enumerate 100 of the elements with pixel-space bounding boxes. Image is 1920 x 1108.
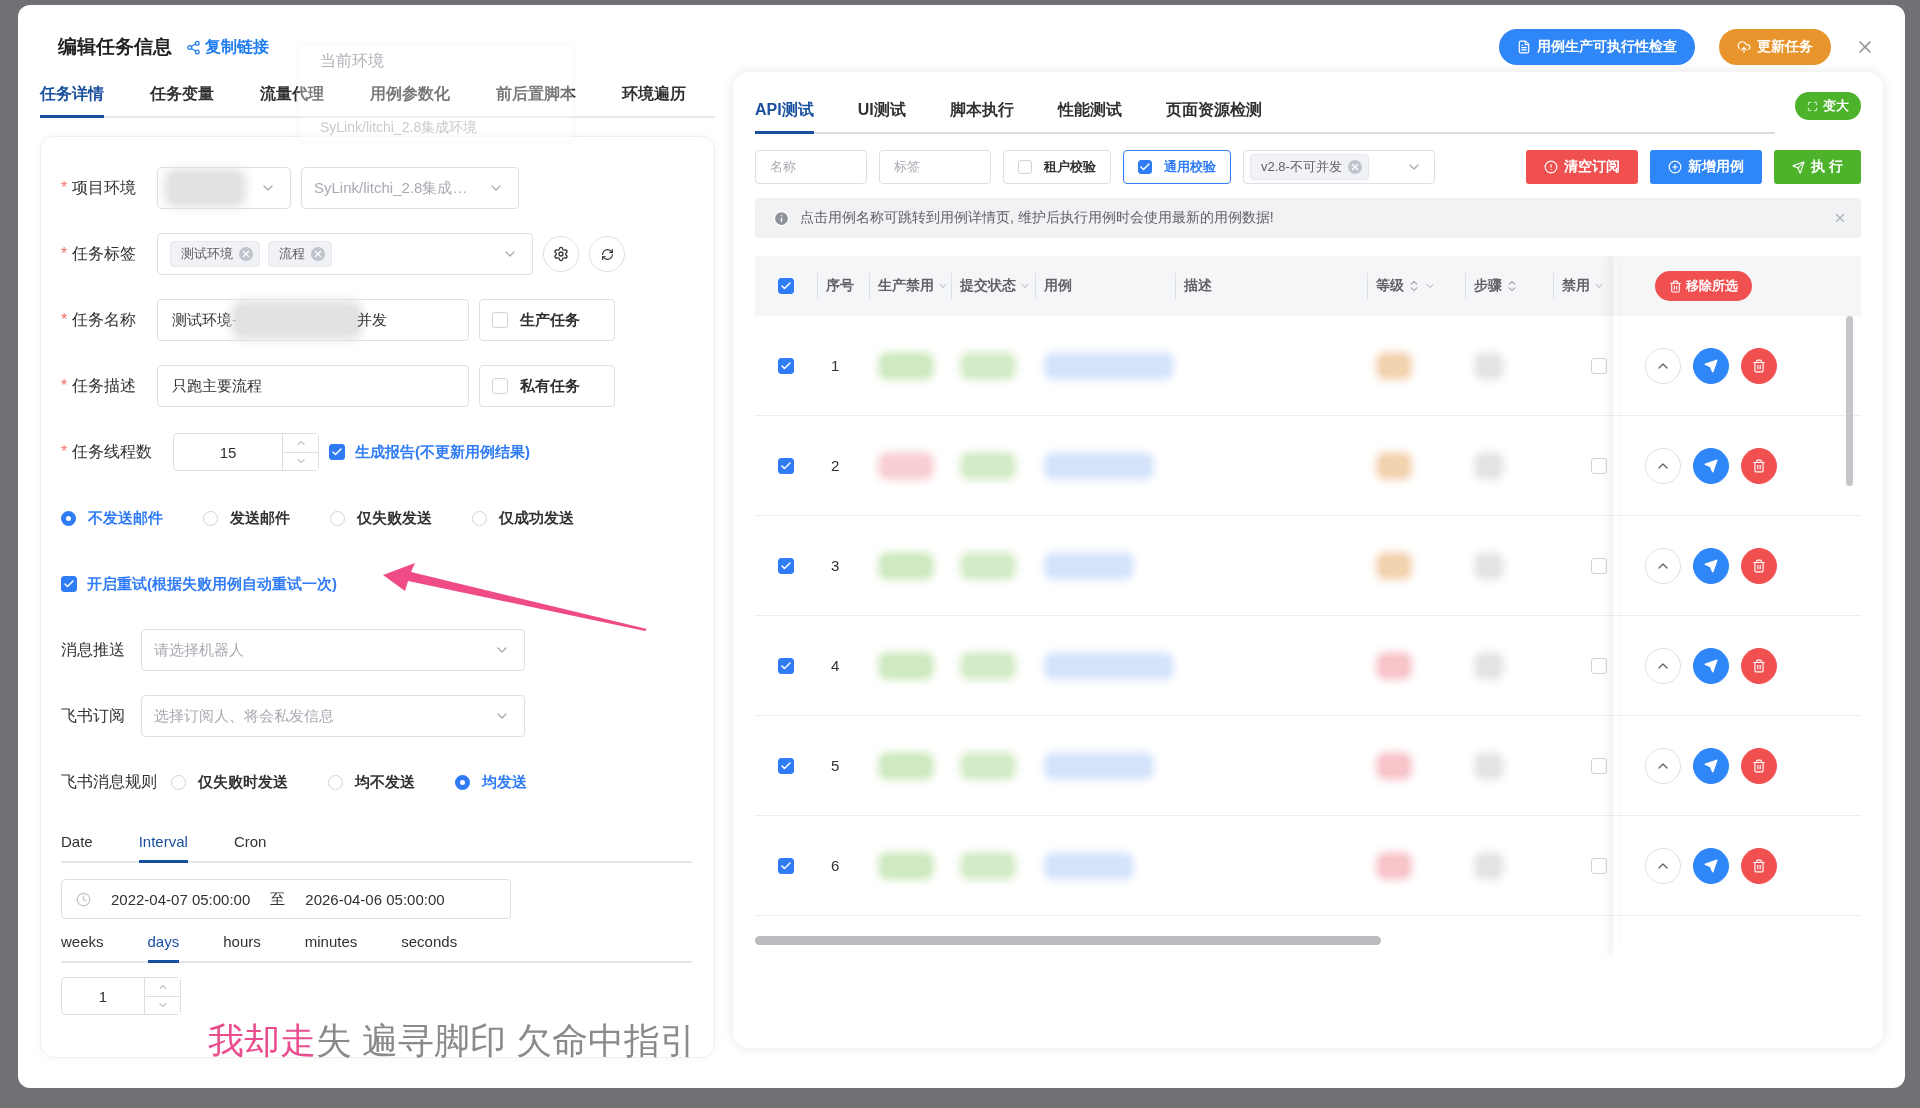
checkbox[interactable] [778,857,794,874]
remove-icon[interactable] [1347,160,1362,174]
run-button[interactable] [1693,747,1729,784]
mail-radio[interactable]: 仅失败发送 [330,508,432,528]
tab[interactable]: 任务变量 [150,84,214,118]
alert-icon [1544,160,1559,174]
tab[interactable]: 环境遍历 [622,84,686,118]
tab[interactable]: Interval [138,833,188,863]
tab[interactable]: 页面资源检测 [1165,100,1262,134]
move-up-button[interactable] [1645,747,1681,784]
tenant-check-toggle[interactable]: 租户校验 [1003,150,1111,184]
tab[interactable]: weeks [61,933,104,963]
checkbox[interactable] [778,457,794,474]
tab[interactable]: Cron [233,833,267,863]
move-up-button[interactable] [1645,547,1681,584]
project-select[interactable] [157,167,291,209]
tab[interactable]: 性能测试 [1057,100,1122,134]
delete-button[interactable] [1741,447,1777,484]
checkbox[interactable] [1138,160,1152,174]
settings-button[interactable] [543,236,579,272]
rule-radio[interactable]: 均不发送 [328,772,415,792]
rule-radio[interactable]: 均发送 [455,772,527,792]
remove-icon[interactable] [239,247,253,261]
checkbox[interactable] [329,444,345,460]
tab[interactable]: 用例参数化 [370,84,450,118]
run-button[interactable] [1693,847,1729,884]
column-header[interactable]: 生产禁用 [869,273,951,299]
trash-icon [1752,358,1766,373]
option-checkbox[interactable]: 私有任务 [479,365,615,407]
run-button[interactable] [1693,547,1729,584]
vertical-scrollbar[interactable] [1846,316,1853,486]
run-button[interactable] [1693,347,1729,384]
refresh-button[interactable] [589,236,625,272]
check-icon [331,446,343,458]
rule-radio[interactable]: 仅失败时发送 [171,772,288,792]
action-button[interactable]: 新增用例 [1650,150,1763,184]
column-header[interactable]: 禁用 [1553,273,1645,299]
tab[interactable]: 流量代理 [260,84,324,118]
check-button[interactable]: 用例生产可执行性检查 [1499,29,1695,65]
tab[interactable]: 脚本执行 [949,100,1014,134]
move-up-button[interactable] [1645,847,1681,884]
column-header[interactable]: 用例 [1035,273,1175,299]
tab[interactable]: 任务详情 [40,84,104,118]
remove-selected-button[interactable]: 移除所选 [1655,271,1752,301]
table-cell-text: 6 [830,857,841,874]
mail-radio[interactable]: 仅成功发送 [472,508,574,528]
gear-icon [553,246,569,262]
delete-button[interactable] [1741,647,1777,684]
check-icon [780,359,792,372]
tags-select[interactable]: 测试环境 流程 [157,233,533,275]
option-checkbox[interactable]: 生产任务 [479,299,615,341]
date-range-input[interactable]: 2022-04-07 05:00:00 至 2026-04-06 05:00:00 [61,879,511,919]
run-button[interactable] [1693,447,1729,484]
retry-checkbox[interactable]: 开启重试(根据失败用例自动重试一次) [61,574,337,594]
checkbox[interactable] [778,278,794,294]
checkbox[interactable] [778,357,794,374]
report-checkbox[interactable]: 生成报告(不更新用例结果) [329,442,530,462]
tab[interactable]: days [147,933,180,963]
remove-icon[interactable] [311,247,325,261]
action-button[interactable]: 清空订阅 [1526,150,1639,184]
column-header[interactable]: 等级 [1367,273,1465,299]
delete-button[interactable] [1741,847,1777,884]
tab[interactable]: API测试 [755,100,814,134]
task-name-input[interactable]: 测试环境- 并发 [157,299,469,341]
delete-button[interactable] [1741,747,1777,784]
move-up-button[interactable] [1645,347,1681,384]
tab[interactable]: seconds [401,933,458,963]
copy-link[interactable]: 复制链接 [186,36,269,58]
column-header[interactable]: 序号 [817,273,869,299]
checkbox[interactable] [778,657,794,674]
horizontal-scrollbar[interactable] [755,936,1381,945]
column-header[interactable]: 步骤 [1465,273,1553,299]
tab[interactable]: UI测试 [857,100,906,134]
radio-dot[interactable] [455,774,470,790]
thread-count-input[interactable]: 15 [173,433,319,471]
checkbox[interactable] [778,557,794,574]
delete-button[interactable] [1741,547,1777,584]
interval-input[interactable]: 1 [61,977,181,1015]
tab[interactable]: hours [223,933,261,963]
version-select[interactable]: v2.8-不可并发 [1243,150,1435,184]
move-up-button[interactable] [1645,447,1681,484]
mail-radio[interactable]: 不发送邮件 [61,508,163,528]
column-header[interactable]: 提交状态 [951,273,1035,299]
column-header[interactable]: 描述 [1175,273,1367,299]
close-icon[interactable] [1833,211,1847,225]
tab[interactable]: Date [61,833,93,863]
tab[interactable]: minutes [304,933,358,963]
move-up-button[interactable] [1645,647,1681,684]
refresh-icon [600,247,614,261]
run-button[interactable] [1693,647,1729,684]
common-check-toggle[interactable]: 通用校验 [1123,150,1231,184]
task-description-input[interactable]: 只跑主要流程 [157,365,469,407]
checkbox[interactable] [61,576,77,592]
field-label: * 任务名称 [61,309,138,330]
mail-radio[interactable]: 发送邮件 [203,508,290,528]
tab[interactable]: 前后置脚本 [496,84,576,118]
checkbox[interactable] [778,757,794,774]
redacted-tag [965,656,1011,675]
radio-dot[interactable] [61,510,76,526]
delete-button[interactable] [1741,347,1777,384]
